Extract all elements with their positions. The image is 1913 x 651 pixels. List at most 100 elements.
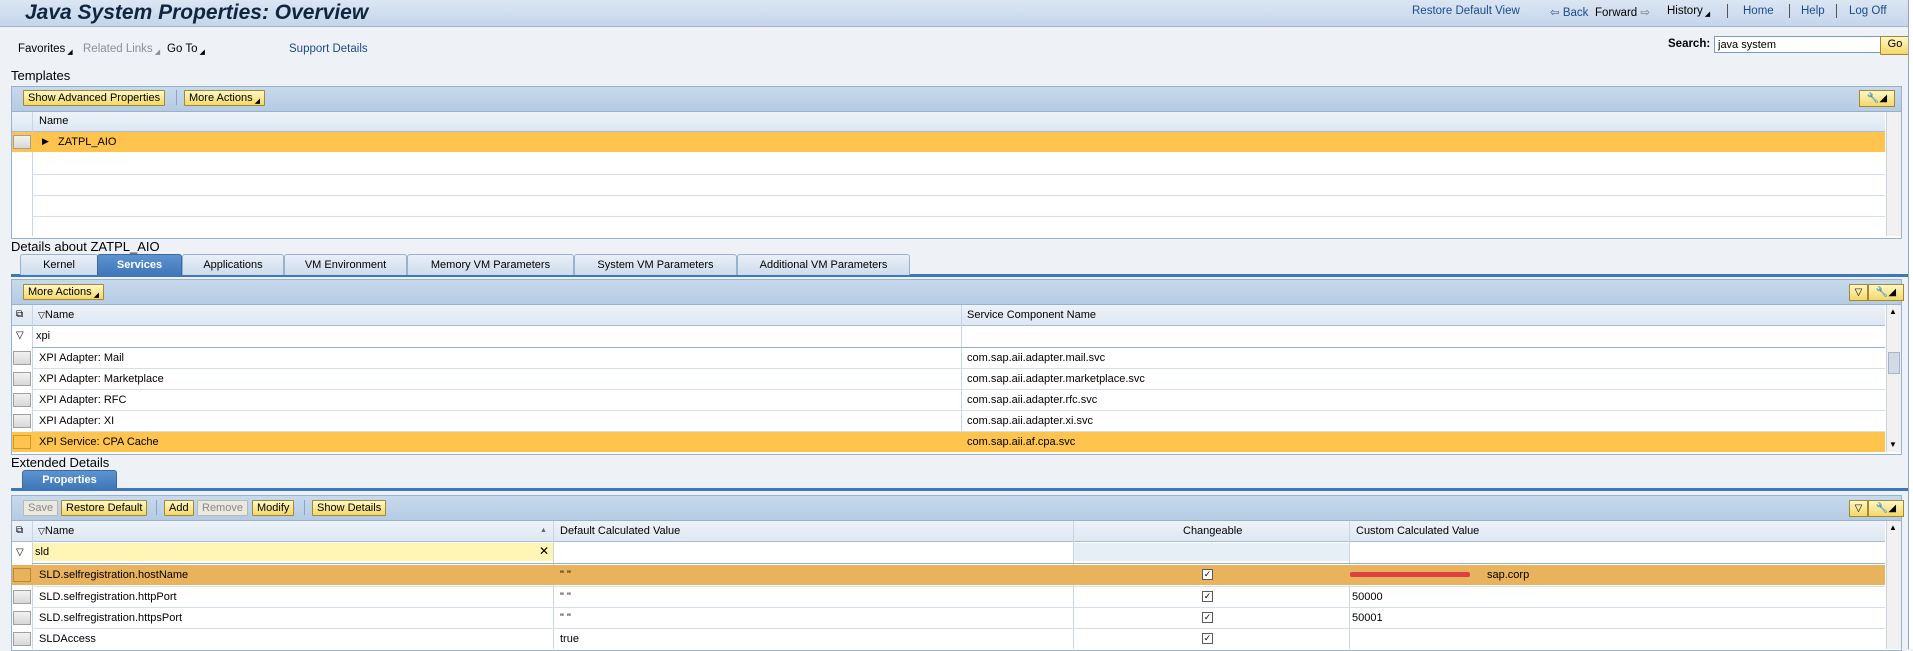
changeable-checkbox[interactable]: ✓ <box>1202 569 1213 580</box>
related-links-menu[interactable]: Related Links ◢ <box>83 43 160 56</box>
row-selector[interactable] <box>13 590 31 604</box>
properties-table-header <box>12 521 1885 542</box>
select-all-icon[interactable]: ⧉ <box>16 525 23 536</box>
changeable-filter-cell[interactable] <box>1074 543 1349 561</box>
filter-icon[interactable]: ▽ <box>1849 284 1868 301</box>
home-link[interactable]: Home <box>1743 5 1774 17</box>
details-section-title: Details about ZATPL_AIO <box>11 239 160 254</box>
column-header-service-component[interactable]: Service Component Name <box>967 305 1096 325</box>
templates-scrollbar[interactable] <box>1886 112 1901 236</box>
column-divider <box>1349 521 1350 649</box>
column-divider <box>961 305 962 452</box>
services-scrollbar[interactable] <box>1886 305 1901 452</box>
back-label: Back <box>1562 7 1589 19</box>
scroll-up-icon[interactable]: ▲ <box>1889 523 1897 532</box>
changeable-checkbox[interactable]: ✓ <box>1202 633 1213 644</box>
changeable-checkbox[interactable]: ✓ <box>1202 591 1213 602</box>
go-to-menu[interactable]: Go To ◢ <box>167 43 205 56</box>
filter-small-icon: ▽ <box>38 526 45 536</box>
tab-vm-environment[interactable]: VM Environment <box>284 254 407 275</box>
more-actions-label: More Actions <box>189 92 253 104</box>
settings-wrench-icon[interactable]: 🔧◢ <box>1868 284 1904 301</box>
templates-more-actions-button[interactable]: More Actions ◢ <box>184 90 265 106</box>
row-divider <box>32 563 1885 564</box>
row-selector[interactable] <box>13 414 31 428</box>
show-details-button[interactable]: Show Details <box>312 500 387 516</box>
tab-memory-vm-parameters[interactable]: Memory VM Parameters <box>407 254 574 275</box>
settings-wrench-icon[interactable]: 🔧◢ <box>1859 90 1895 107</box>
scroll-down-icon[interactable]: ▼ <box>1889 440 1897 449</box>
property-default-value: " " <box>560 569 571 581</box>
tab-kernel[interactable]: Kernel <box>20 254 98 275</box>
scroll-up-icon[interactable]: ▲ <box>1889 307 1897 316</box>
row-selector[interactable] <box>13 372 31 386</box>
show-advanced-properties-button[interactable]: Show Advanced Properties <box>23 90 166 106</box>
log-off-link[interactable]: Log Off <box>1849 5 1887 17</box>
clear-filter-icon[interactable]: ✕ <box>539 544 549 558</box>
column-divider <box>553 521 554 649</box>
row-selector[interactable] <box>13 632 31 646</box>
services-filter-input[interactable]: xpi <box>36 326 50 346</box>
back-arrow-icon: ⇦ <box>1550 7 1560 19</box>
details-more-actions-button[interactable]: More Actions ◢ <box>23 284 104 300</box>
support-details-link[interactable]: Support Details <box>289 43 368 55</box>
restore-default-button[interactable]: Restore Default <box>61 500 148 516</box>
expand-triangle-icon[interactable]: ▶ <box>42 136 49 147</box>
column-header-custom-value[interactable]: Custom Calculated Value <box>1356 521 1479 541</box>
sort-ascending-icon[interactable]: ▲ <box>540 527 547 534</box>
column-header-name[interactable]: Name <box>39 111 68 131</box>
history-menu[interactable]: History ◢ <box>1667 5 1710 18</box>
forward-link[interactable]: Forward ⇨ <box>1595 5 1650 19</box>
row-selector[interactable] <box>13 568 31 582</box>
table-row-selected[interactable] <box>12 432 1885 452</box>
tab-additional-vm-parameters[interactable]: Additional VM Parameters <box>737 254 910 275</box>
property-custom-value: sap.corp <box>1487 569 1530 581</box>
changeable-checkbox[interactable]: ✓ <box>1202 612 1213 623</box>
add-button[interactable]: Add <box>164 500 194 516</box>
help-link[interactable]: Help <box>1801 5 1825 17</box>
settings-wrench-icon[interactable]: 🔧◢ <box>1868 500 1904 517</box>
save-button[interactable]: Save <box>23 500 59 516</box>
row-divider <box>32 368 1885 369</box>
select-all-icon[interactable]: ⧉ <box>16 309 23 320</box>
row-selector[interactable] <box>13 135 31 149</box>
column-header-name[interactable]: ▽Name <box>38 521 74 541</box>
modify-button[interactable]: Modify <box>252 500 295 516</box>
service-name: XPI Adapter: Mail <box>39 352 124 364</box>
search-input[interactable] <box>1714 36 1882 53</box>
go-button[interactable]: Go <box>1880 36 1910 55</box>
tab-applications[interactable]: Applications <box>182 254 284 275</box>
row-selector[interactable] <box>13 435 31 449</box>
properties-filter-value: sld <box>35 546 50 558</box>
properties-scrollbar[interactable] <box>1886 521 1901 649</box>
header-divider <box>1836 4 1837 18</box>
restore-default-view-link[interactable]: Restore Default View <box>1412 5 1520 17</box>
column-header-name[interactable]: ▽Name <box>38 305 74 325</box>
row-selector[interactable] <box>13 393 31 407</box>
row-selector[interactable] <box>13 351 31 365</box>
tab-services[interactable]: Services <box>97 254 182 275</box>
tab-system-vm-parameters[interactable]: System VM Parameters <box>574 254 737 275</box>
tab-properties[interactable]: Properties <box>22 470 117 489</box>
column-header-changeable[interactable]: Changeable <box>1183 521 1242 541</box>
favorites-menu[interactable]: Favorites ◢ <box>18 43 73 56</box>
column-divider <box>32 521 33 649</box>
row-divider <box>32 195 1885 196</box>
filter-icon[interactable]: ▽ <box>16 547 24 558</box>
back-link[interactable]: ⇦ Back <box>1550 5 1588 19</box>
table-row-selected[interactable] <box>12 565 1885 585</box>
scrollbar-thumb[interactable] <box>1888 352 1900 374</box>
properties-filter-input[interactable] <box>33 543 553 561</box>
service-name: XPI Adapter: Marketplace <box>39 373 164 385</box>
details-toolbar <box>11 279 1902 305</box>
filter-icon[interactable]: ▽ <box>16 330 24 341</box>
table-row[interactable] <box>12 132 1885 152</box>
services-table-header <box>12 305 1885 326</box>
search-label: Search: <box>1668 38 1711 50</box>
row-selector[interactable] <box>13 611 31 625</box>
column-divider <box>1073 521 1074 649</box>
window-edge <box>1908 0 1913 649</box>
column-header-default-value[interactable]: Default Calculated Value <box>560 521 680 541</box>
remove-button[interactable]: Remove <box>197 500 248 516</box>
filter-icon[interactable]: ▽ <box>1849 500 1868 517</box>
